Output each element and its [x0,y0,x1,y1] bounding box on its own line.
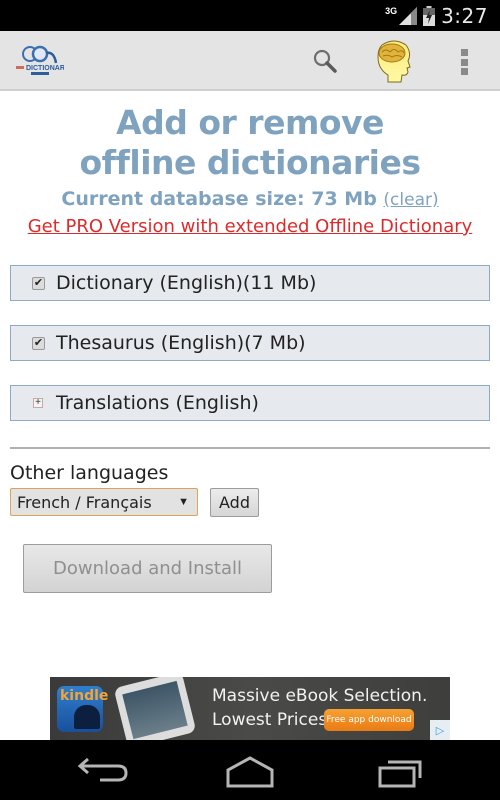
network-type: 3G [385,6,398,16]
divider [10,447,490,449]
language-select[interactable]: French / Français ▼ [10,488,198,516]
dictionary-row-english-dictionary[interactable]: ✔ Dictionary (English)(11 Mb) [10,265,490,301]
recent-apps-icon[interactable] [370,754,430,788]
main-content: Add or remove offline dictionaries Curre… [0,93,500,239]
add-language-button[interactable]: Add [210,488,259,517]
signal-icon [399,7,418,25]
dictionary-row-translations[interactable]: + Translations (English) [10,385,490,421]
overflow-dot [460,68,468,75]
ad-cta-button[interactable]: Free app download [324,709,414,731]
checkbox-dictionary[interactable]: ✔ [32,276,45,290]
language-select-value: French / Français [17,492,152,512]
search-icon[interactable] [312,48,338,74]
overflow-dot [460,58,468,66]
ad-subheadline: Lowest Prices. [212,710,333,730]
overflow-menu-icon[interactable] [456,46,472,78]
battery-charging-icon [423,6,436,26]
kindle-app-icon: kindle [57,686,108,732]
status-icons: 3G 3:27 [385,4,488,28]
status-bar: 3G 3:27 [0,0,500,31]
page-title: Add or remove offline dictionaries [79,103,422,182]
dictionary-label: Dictionary (English)(11 Mb) [56,272,317,294]
action-bar: DICTIONARY [0,31,500,91]
translations-label: Translations (English) [56,392,259,414]
ad-choices-icon[interactable]: ▷ [430,720,450,740]
glasses-logo-icon: DICTIONARY [16,45,70,75]
other-languages-label: Other languages [10,462,169,484]
get-pro-link[interactable]: Get PRO Version with extended Offline Di… [0,215,500,239]
download-install-button[interactable]: Download and Install [23,544,272,593]
svg-text:DICTIONARY: DICTIONARY [26,65,64,72]
database-size-label: Current database size: 73 Mb [61,188,377,210]
overflow-dot [460,49,468,56]
dictionary-row-thesaurus[interactable]: ✔ Thesaurus (English)(7 Mb) [10,325,490,361]
database-size: Current database size: 73 Mb (clear) [0,187,500,212]
reader-tree-graphic [74,705,100,729]
clear-database-link[interactable]: (clear) [383,190,438,210]
dropdown-arrow-icon: ▼ [178,496,189,508]
navigation-bar [0,740,500,800]
app-logo[interactable]: DICTIONARY [14,41,70,81]
thesaurus-label: Thesaurus (English)(7 Mb) [56,332,306,354]
brain-game-icon[interactable] [374,39,414,83]
screen: 3G 3:27 DICTIONARY [0,0,500,800]
ad-banner[interactable]: kindle Massive eBook Selection. Lowest P… [50,677,450,740]
back-icon[interactable] [70,754,130,788]
ad-headline: Massive eBook Selection. [212,686,428,706]
phone-image [113,677,197,740]
home-icon[interactable] [220,754,280,788]
checkbox-thesaurus[interactable]: ✔ [32,336,45,350]
clock: 3:27 [441,4,488,28]
phone-screen [122,680,188,740]
expand-icon[interactable]: + [33,398,43,408]
ad-brand: kindle [60,688,109,704]
